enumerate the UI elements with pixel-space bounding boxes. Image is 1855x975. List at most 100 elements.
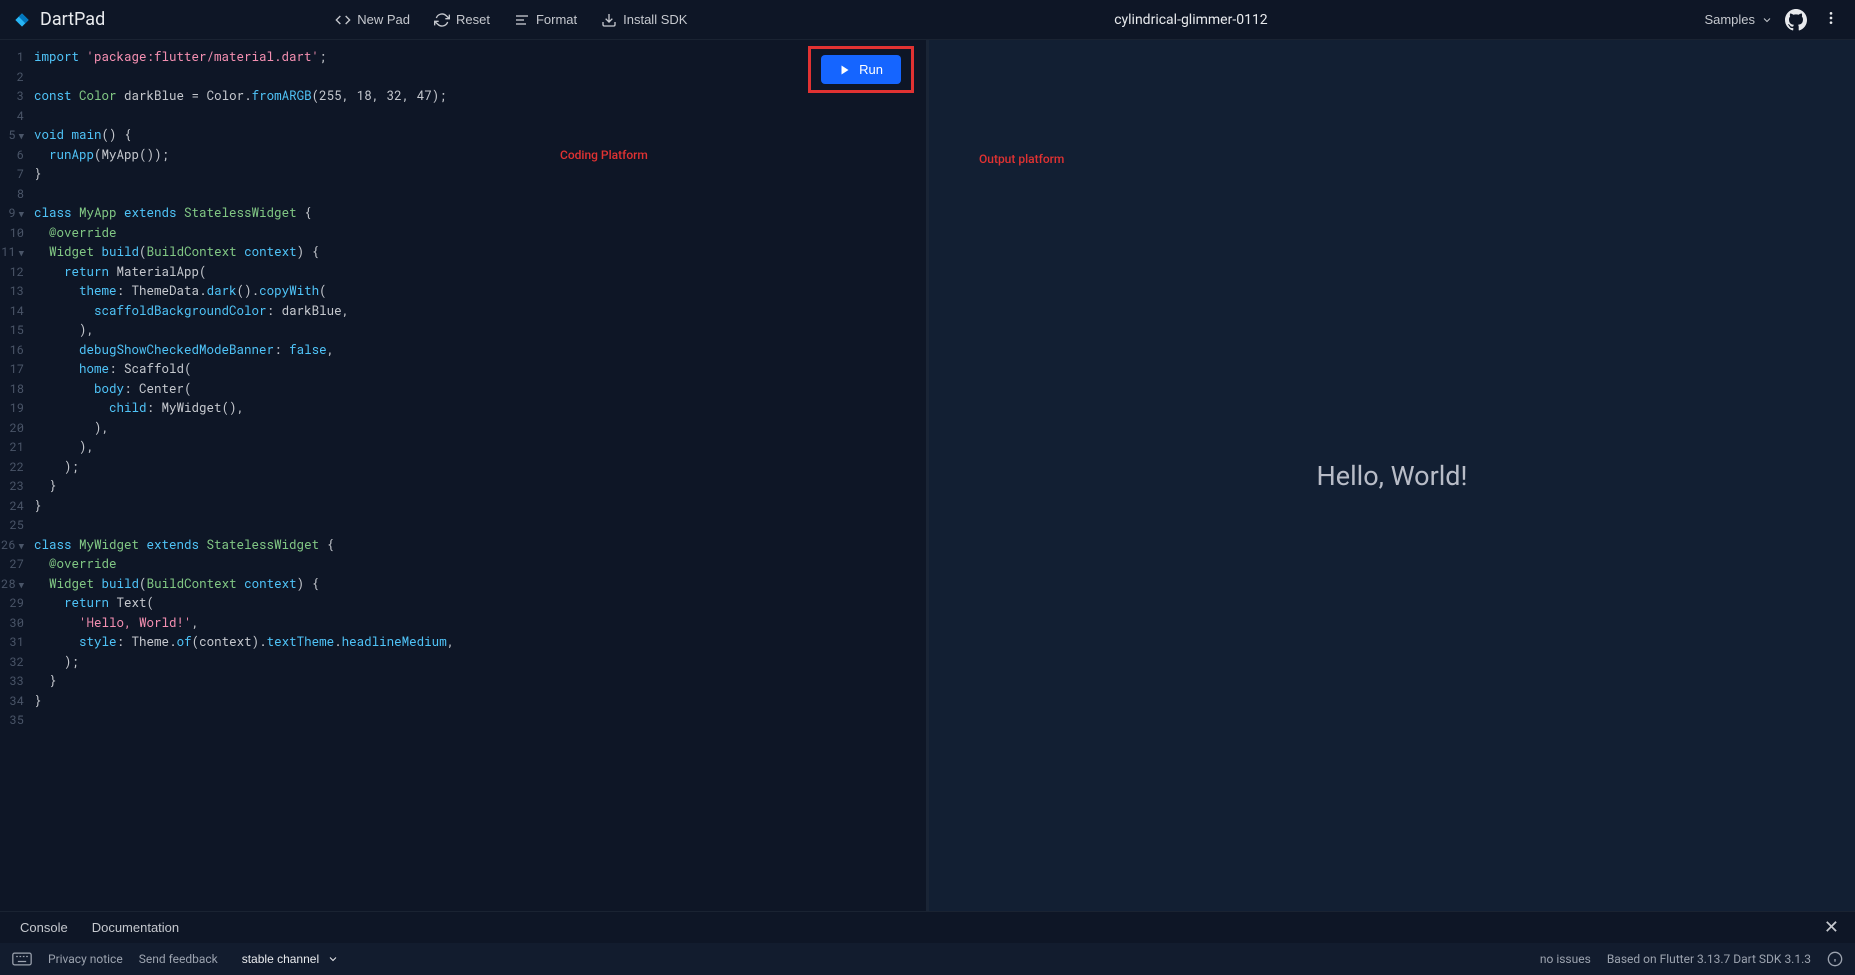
code-line[interactable]: ), <box>34 419 926 439</box>
fold-marker-icon[interactable]: ▼ <box>16 248 24 259</box>
line-number: 15 <box>0 321 24 341</box>
code-line[interactable]: } <box>34 477 926 497</box>
code-line[interactable]: return Text( <box>34 594 926 614</box>
github-icon[interactable] <box>1785 9 1807 31</box>
run-highlight-box: Run <box>808 46 914 93</box>
fold-marker-icon[interactable]: ▼ <box>16 541 24 552</box>
footer-left: Privacy notice Send feedback stable chan… <box>12 948 347 970</box>
code-icon <box>335 12 351 28</box>
version-info: Based on Flutter 3.13.7 Dart SDK 3.1.3 <box>1607 952 1811 966</box>
output-text: Hello, World! <box>1317 460 1468 492</box>
code-line[interactable]: child: MyWidget(), <box>34 399 926 419</box>
code-line[interactable]: style: Theme.of(context).textTheme.headl… <box>34 633 926 653</box>
format-button[interactable]: Format <box>504 8 587 32</box>
code-line[interactable]: Widget build(BuildContext context) { <box>34 575 926 595</box>
code-line[interactable]: theme: ThemeData.dark().copyWith( <box>34 282 926 302</box>
code-line[interactable]: class MyWidget extends StatelessWidget { <box>34 536 926 556</box>
code-line[interactable] <box>34 711 926 731</box>
code-line[interactable]: import 'package:flutter/material.dart'; <box>34 48 926 68</box>
annotation-output-platform: Output platform <box>979 152 1064 166</box>
line-number: 13 <box>0 282 24 302</box>
code-line[interactable]: void main() { <box>34 126 926 146</box>
line-number: 8 <box>0 185 24 205</box>
line-number: 18 <box>0 380 24 400</box>
documentation-tab[interactable]: Documentation <box>80 914 191 941</box>
dartpad-logo-icon <box>12 10 32 30</box>
code-line[interactable]: const Color darkBlue = Color.fromARGB(25… <box>34 87 926 107</box>
more-menu-button[interactable] <box>1819 6 1843 34</box>
logo-section: DartPad <box>12 9 105 30</box>
line-number: 7 <box>0 165 24 185</box>
line-number: 26▼ <box>0 536 24 556</box>
header: DartPad New Pad Reset Format Install SDK… <box>0 0 1855 40</box>
code-line[interactable] <box>34 516 926 536</box>
refresh-icon <box>434 12 450 28</box>
line-number: 33 <box>0 672 24 692</box>
line-number: 10 <box>0 224 24 244</box>
code-line[interactable]: } <box>34 672 926 692</box>
line-number: 29 <box>0 594 24 614</box>
fold-marker-icon[interactable]: ▼ <box>16 209 24 220</box>
reset-button[interactable]: Reset <box>424 8 500 32</box>
console-tab[interactable]: Console <box>8 914 80 941</box>
line-number: 17 <box>0 360 24 380</box>
code-line[interactable]: debugShowCheckedModeBanner: false, <box>34 341 926 361</box>
line-number: 1 <box>0 48 24 68</box>
format-icon <box>514 12 530 28</box>
download-icon <box>601 12 617 28</box>
play-icon <box>839 64 851 76</box>
main: 12345▼6789▼1011▼121314151617181920212223… <box>0 40 1855 911</box>
line-number: 35 <box>0 711 24 731</box>
fold-marker-icon[interactable]: ▼ <box>16 580 24 591</box>
line-number: 5▼ <box>0 126 24 146</box>
code-line[interactable]: } <box>34 497 926 517</box>
samples-dropdown[interactable]: Samples <box>1704 12 1773 27</box>
code-line[interactable]: runApp(MyApp()); <box>34 146 926 166</box>
run-button[interactable]: Run <box>821 55 901 84</box>
code-editor[interactable]: import 'package:flutter/material.dart'; c… <box>30 40 926 911</box>
line-number: 2 <box>0 68 24 88</box>
line-number: 25 <box>0 516 24 536</box>
code-line[interactable]: home: Scaffold( <box>34 360 926 380</box>
code-line[interactable]: ); <box>34 653 926 673</box>
chevron-down-icon <box>327 953 339 965</box>
line-number: 32 <box>0 653 24 673</box>
line-number: 16 <box>0 341 24 361</box>
code-line[interactable]: } <box>34 165 926 185</box>
code-line[interactable]: @override <box>34 224 926 244</box>
channel-dropdown[interactable]: stable channel <box>234 948 347 970</box>
code-line[interactable]: @override <box>34 555 926 575</box>
install-sdk-button[interactable]: Install SDK <box>591 8 697 32</box>
output-pane: Output platform Hello, World! <box>929 40 1855 911</box>
code-line[interactable]: } <box>34 692 926 712</box>
line-number: 21 <box>0 438 24 458</box>
code-line[interactable]: return MaterialApp( <box>34 263 926 283</box>
line-number: 27 <box>0 555 24 575</box>
line-number: 34 <box>0 692 24 712</box>
editor-pane: 12345▼6789▼1011▼121314151617181920212223… <box>0 40 926 911</box>
chevron-down-icon <box>1761 14 1773 26</box>
code-line[interactable]: body: Center( <box>34 380 926 400</box>
line-number: 22 <box>0 458 24 478</box>
code-line[interactable] <box>34 107 926 127</box>
code-line[interactable]: ), <box>34 321 926 341</box>
code-line[interactable] <box>34 185 926 205</box>
code-line[interactable]: scaffoldBackgroundColor: darkBlue, <box>34 302 926 322</box>
privacy-link[interactable]: Privacy notice <box>48 952 123 966</box>
new-pad-button[interactable]: New Pad <box>325 8 420 32</box>
code-line[interactable] <box>34 68 926 88</box>
code-line[interactable]: ); <box>34 458 926 478</box>
keyboard-icon[interactable] <box>12 952 32 966</box>
code-line[interactable]: Widget build(BuildContext context) { <box>34 243 926 263</box>
code-line[interactable]: 'Hello, World!', <box>34 614 926 634</box>
info-icon[interactable] <box>1827 951 1843 967</box>
code-line[interactable]: ), <box>34 438 926 458</box>
line-number: 3 <box>0 87 24 107</box>
close-panel-button[interactable]: ✕ <box>1816 915 1847 940</box>
line-number: 12 <box>0 263 24 283</box>
fold-marker-icon[interactable]: ▼ <box>16 131 24 142</box>
annotation-coding-platform: Coding Platform <box>560 148 648 162</box>
code-line[interactable]: class MyApp extends StatelessWidget { <box>34 204 926 224</box>
feedback-link[interactable]: Send feedback <box>139 952 218 966</box>
line-number: 20 <box>0 419 24 439</box>
